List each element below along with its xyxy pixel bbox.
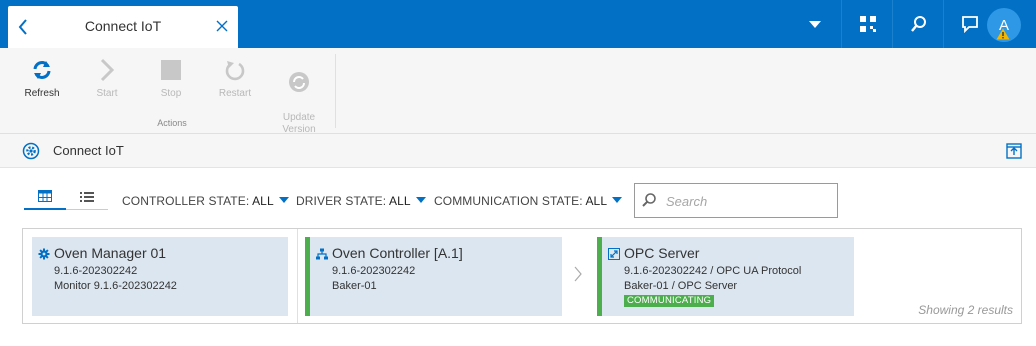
ribbon-toolbar: Refresh Start Stop Restart Update Versio… xyxy=(0,48,1036,135)
top-bar: Connect IoT A xyxy=(0,0,1036,48)
search-icon xyxy=(642,193,656,207)
chevron-right-icon xyxy=(574,266,582,282)
view-switcher xyxy=(24,184,108,212)
chat-icon xyxy=(961,16,978,33)
driver-title: OPC Server xyxy=(624,245,700,261)
grid-view-button[interactable] xyxy=(24,184,66,210)
tabs-dropdown-icon[interactable] xyxy=(808,19,822,29)
page-header: Connect IoT xyxy=(0,134,1036,168)
stop-icon xyxy=(161,60,181,80)
apps-grid-icon xyxy=(859,16,876,32)
play-icon xyxy=(100,58,115,82)
controller-state-filter[interactable]: CONTROLLER STATE: ALL xyxy=(122,194,289,208)
stop-label: Stop xyxy=(160,88,182,99)
restart-icon xyxy=(225,61,245,81)
start-label: Start xyxy=(96,88,118,99)
connection-icon xyxy=(608,248,620,260)
update-version-icon xyxy=(289,72,309,92)
restart-button[interactable]: Restart xyxy=(207,56,263,99)
driver-card[interactable]: OPC Server 9.1.6-202302242 / OPC UA Prot… xyxy=(597,237,854,316)
column-divider xyxy=(297,229,298,323)
apps-grid-button[interactable] xyxy=(841,0,893,48)
manager-card[interactable]: Oven Manager 01 9.1.6-202302242 Monitor … xyxy=(32,237,288,316)
search-icon xyxy=(910,16,926,32)
connect-iot-gear-icon xyxy=(22,142,40,160)
actions-group-label: Actions xyxy=(157,118,187,128)
chevron-down-icon xyxy=(278,197,289,203)
status-badge: COMMUNICATING xyxy=(624,295,715,307)
controller-title: Oven Controller [A.1] xyxy=(332,245,463,261)
tab-title: Connect IoT xyxy=(84,18,162,34)
manager-title: Oven Manager 01 xyxy=(54,245,167,261)
page-title: Connect IoT xyxy=(53,143,124,158)
start-button[interactable]: Start xyxy=(79,56,135,99)
table-view-icon xyxy=(38,190,52,202)
chevron-down-icon xyxy=(612,197,623,203)
communication-state-label: COMMUNICATION STATE: xyxy=(434,194,583,208)
controller-state-value: ALL xyxy=(252,194,274,208)
tab-connect-iot[interactable]: Connect IoT xyxy=(8,6,238,48)
driver-host: Baker-01 / OPC Server xyxy=(624,280,738,292)
chevron-down-icon xyxy=(415,197,426,203)
list-view-icon xyxy=(80,191,94,202)
restart-label: Restart xyxy=(218,88,252,99)
controller-card[interactable]: Oven Controller [A.1] 9.1.6-202302242 Ba… xyxy=(305,237,562,316)
warning-icon xyxy=(996,28,1010,40)
search-placeholder: Search xyxy=(666,194,708,209)
manager-monitor: Monitor 9.1.6-202302242 xyxy=(54,280,177,292)
list-view-button[interactable] xyxy=(66,184,108,210)
stop-button[interactable]: Stop xyxy=(143,56,199,99)
driver-state-label: DRIVER STATE: xyxy=(296,194,387,208)
app-window: Connect IoT A Refresh Start Stop Restart… xyxy=(0,0,1036,346)
driver-state-filter[interactable]: DRIVER STATE: ALL xyxy=(296,194,426,208)
controller-version: 9.1.6-202302242 xyxy=(332,265,416,277)
refresh-icon xyxy=(33,61,51,79)
update-version-label: Update Version xyxy=(282,112,316,135)
controller-state-label: CONTROLLER STATE: xyxy=(122,194,250,208)
close-icon[interactable] xyxy=(214,18,230,34)
manager-version: 9.1.6-202302242 xyxy=(54,265,138,277)
refresh-label: Refresh xyxy=(24,88,60,99)
results-count: Showing 2 results xyxy=(918,303,1013,317)
refresh-button[interactable]: Refresh xyxy=(14,56,70,99)
communication-state-value: ALL xyxy=(585,194,608,208)
communication-state-filter[interactable]: COMMUNICATION STATE: ALL xyxy=(434,194,623,208)
search-input[interactable]: Search xyxy=(634,183,838,218)
ribbon-divider xyxy=(335,54,336,128)
controller-host: Baker-01 xyxy=(332,280,377,292)
results-panel: Oven Manager 01 9.1.6-202302242 Monitor … xyxy=(22,228,1022,324)
search-button[interactable] xyxy=(892,0,944,48)
gear-icon xyxy=(38,248,50,260)
driver-state-value: ALL xyxy=(388,194,411,208)
driver-version: 9.1.6-202302242 / OPC UA Protocol xyxy=(624,265,802,277)
export-icon[interactable] xyxy=(1006,143,1022,159)
hierarchy-icon xyxy=(316,248,328,260)
